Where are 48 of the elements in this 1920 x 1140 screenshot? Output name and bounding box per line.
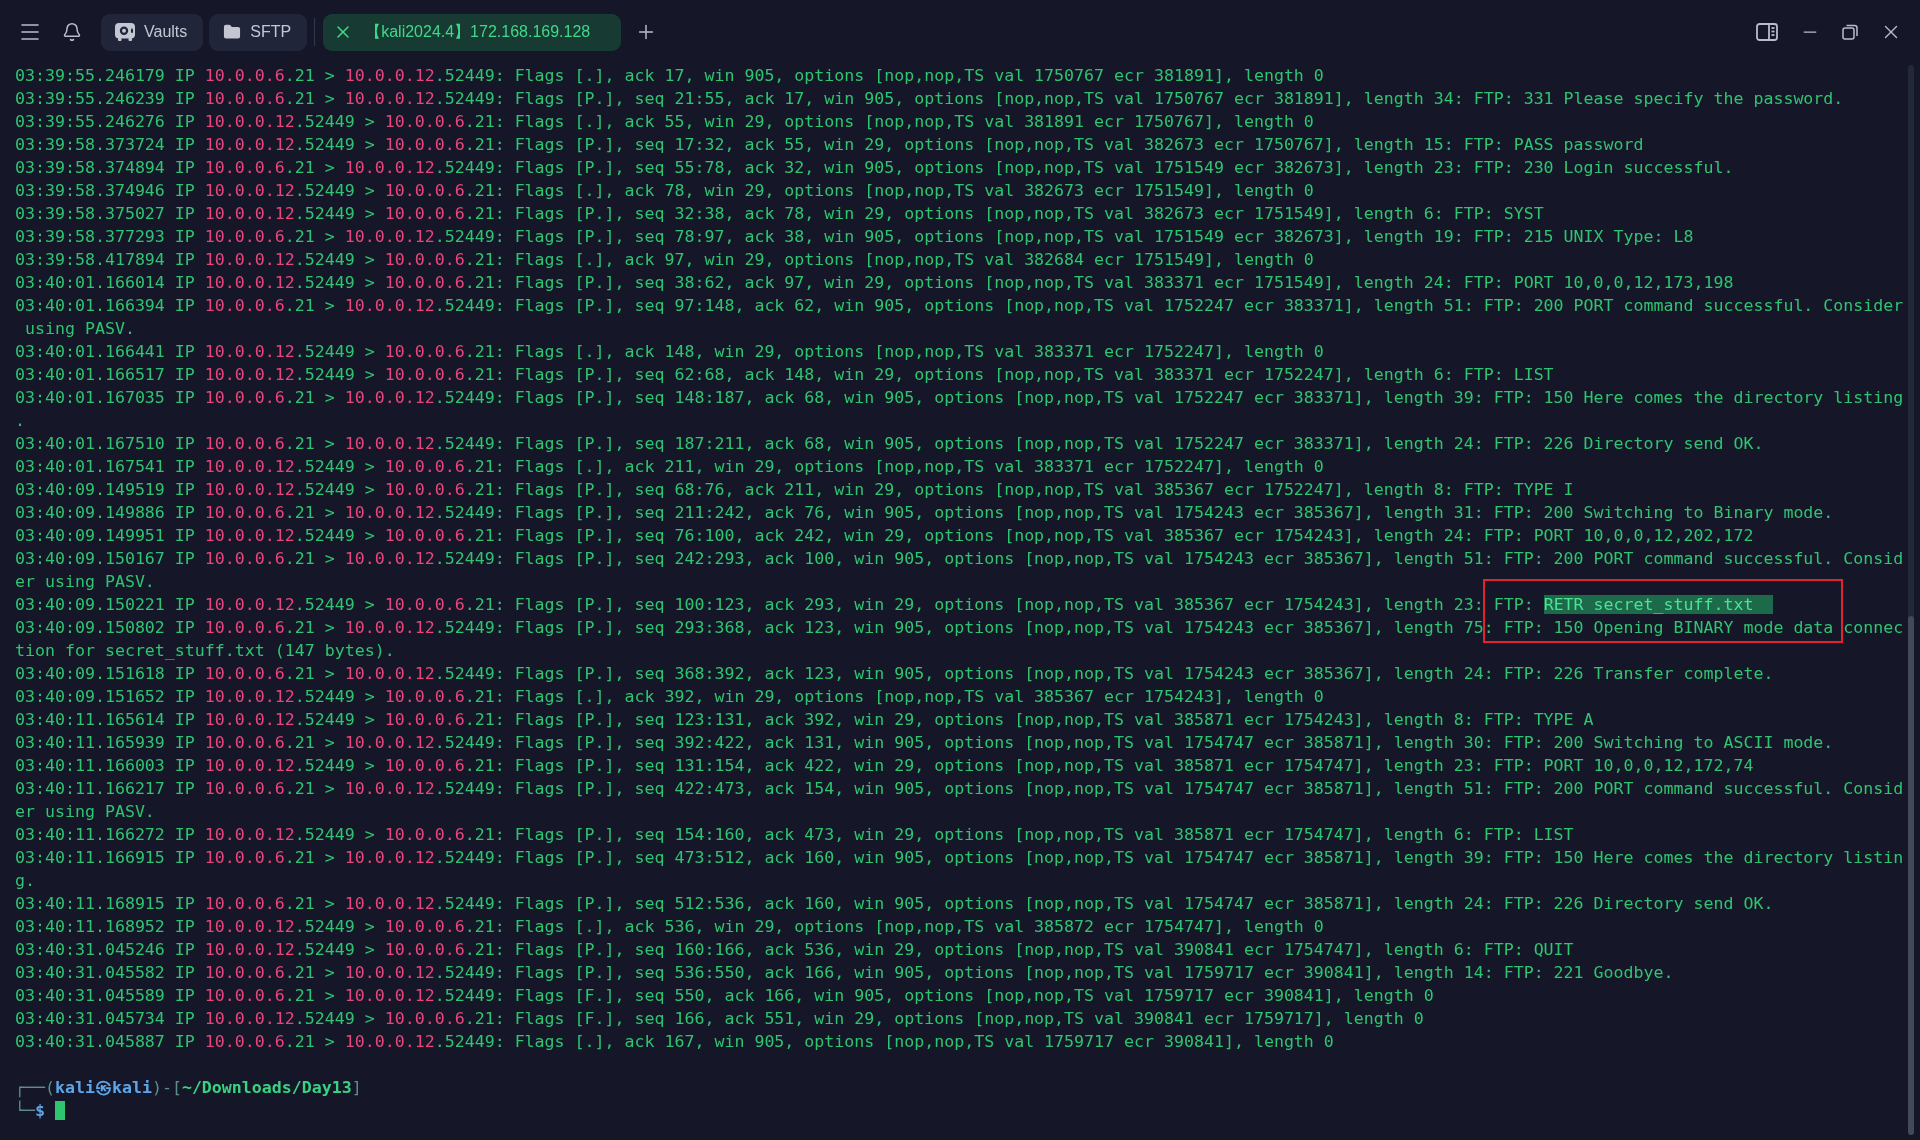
terminal-line: 03:39:58.417894 IP 10.0.0.12.52449 > 10.0.0.6.21: Flags [.], ack 97, win 29, options [nop,nop,TS val 382684 ecr 1751549], length 0 bbox=[15, 249, 1314, 271]
terminal-line: 03:40:09.150221 IP 10.0.0.12.52449 > 10.0.0.6.21: Flags [P.], seq 100:123, ack 293, win 29, options [nop,nop,TS val 385367 ecr 1754243], length 23: FTP: RETR secret_stuff.txt bbox=[15, 593, 1774, 616]
terminal-line: 03:40:31.045582 IP 10.0.0.6.21 > 10.0.0.12.52449: Flags [P.], seq 536:550, ack 166, win 905, options [nop,nop,TS val 1759717 ecr 390841], length 14: FTP: 221 Goodbye. bbox=[15, 962, 1674, 984]
terminal-line: 03:40:11.166217 IP 10.0.0.6.21 > 10.0.0.12.52449: Flags [P.], seq 422:473, ack 154, win 905, options [nop,nop,TS val 1754747 ecr 385871], length 51: FTP: 200 PORT command successful. Consider using PASV. bbox=[15, 778, 1905, 823]
terminal-line: 03:39:58.374894 IP 10.0.0.6.21 > 10.0.0.12.52449: Flags [P.], seq 55:78, ack 32, win 905, options [nop,nop,TS val 1751549 ecr 382673], length 23: FTP: 230 Login successful. bbox=[15, 157, 1734, 179]
terminal-line: 03:39:55.246179 IP 10.0.0.6.21 > 10.0.0.12.52449: Flags [.], ack 17, win 905, options [nop,nop,TS val 1750767 ecr 381891], length 0 bbox=[15, 65, 1324, 87]
terminal-line: 03:40:11.168915 IP 10.0.0.6.21 > 10.0.0.12.52449: Flags [P.], seq 512:536, ack 160, win 905, options [nop,nop,TS val 1754747 ecr 385871], length 24: FTP: 226 Directory send OK. bbox=[15, 893, 1774, 915]
terminal-line: 03:40:09.150167 IP 10.0.0.6.21 > 10.0.0.12.52449: Flags [P.], seq 242:293, ack 100, win 905, options [nop,nop,TS val 1754243 ecr 385367], length 51: FTP: 200 PORT command successful. Consider using PASV. bbox=[15, 548, 1905, 593]
terminal-line: 03:40:01.167541 IP 10.0.0.12.52449 > 10.0.0.6.21: Flags [.], ack 211, win 29, options [nop,nop,TS val 383371 ecr 1752247], length 0 bbox=[15, 456, 1324, 478]
restore-icon[interactable] bbox=[1842, 24, 1858, 40]
vault-icon bbox=[115, 23, 135, 41]
terminal-line: 03:40:01.166441 IP 10.0.0.12.52449 > 10.0.0.6.21: Flags [.], ack 148, win 29, options [nop,nop,TS val 383371 ecr 1752247], length 0 bbox=[15, 341, 1324, 363]
sftp-button[interactable]: SFTP bbox=[209, 13, 308, 51]
scrollbar-thumb[interactable] bbox=[1908, 616, 1914, 1135]
terminal-line: 03:39:58.374946 IP 10.0.0.12.52449 > 10.0.0.6.21: Flags [.], ack 78, win 29, options [nop,nop,TS val 382673 ecr 1751549], length 0 bbox=[15, 180, 1314, 202]
terminal-line: 03:40:11.168952 IP 10.0.0.12.52449 > 10.0.0.6.21: Flags [.], ack 536, win 29, options [nop,nop,TS val 385872 ecr 1754747], length 0 bbox=[15, 916, 1324, 938]
vaults-button[interactable]: Vaults bbox=[101, 13, 204, 51]
terminal-line: 03:40:01.167035 IP 10.0.0.6.21 > 10.0.0.12.52449: Flags [P.], seq 148:187, ack 68, win 905, options [nop,nop,TS val 1752247 ecr 383371], length 39: FTP: 150 Here comes the directory listing. bbox=[15, 387, 1905, 432]
terminal-line: 03:40:09.151652 IP 10.0.0.12.52449 > 10.0.0.6.21: Flags [.], ack 392, win 29, options [nop,nop,TS val 385367 ecr 1754243], length 0 bbox=[15, 686, 1324, 708]
folder-icon bbox=[223, 23, 242, 41]
terminal-line: 03:39:58.373724 IP 10.0.0.12.52449 > 10.0.0.6.21: Flags [P.], seq 17:32, ack 55, win 29, options [nop,nop,TS val 382673 ecr 1750767], length 15: FTP: PASS password bbox=[15, 134, 1644, 156]
terminal-line: 03:40:09.151618 IP 10.0.0.6.21 > 10.0.0.12.52449: Flags [P.], seq 368:392, ack 123, win 905, options [nop,nop,TS val 1754243 ecr 385367], length 24: FTP: 226 Transfer complete. bbox=[15, 663, 1774, 685]
terminal-line: 03:40:31.045887 IP 10.0.0.6.21 > 10.0.0.12.52449: Flags [.], ack 167, win 905, options [nop,nop,TS val 1759717 ecr 390841], length 0 bbox=[15, 1031, 1334, 1053]
terminal-line: 03:40:31.045589 IP 10.0.0.6.21 > 10.0.0.12.52449: Flags [F.], seq 550, ack 166, win 905, options [nop,nop,TS val 1759717 ecr 390841], length 0 bbox=[15, 985, 1434, 1007]
terminal-line: 03:40:11.166915 IP 10.0.0.6.21 > 10.0.0.12.52449: Flags [P.], seq 473:512, ack 160, win 905, options [nop,nop,TS val 1754747 ecr 385871], length 39: FTP: 150 Here comes the directory listing. bbox=[15, 847, 1905, 892]
terminal-line: 03:39:58.377293 IP 10.0.0.6.21 > 10.0.0.12.52449: Flags [P.], seq 78:97, ack 38, win 905, options [nop,nop,TS val 1751549 ecr 382673], length 19: FTP: 215 UNIX Type: L8 bbox=[15, 226, 1694, 248]
terminal-line: 03:39:55.246239 IP 10.0.0.6.21 > 10.0.0.12.52449: Flags [P.], seq 21:55, ack 17, win 905, options [nop,nop,TS val 1750767 ecr 381891], length 34: FTP: 331 Please specify the password. bbox=[15, 88, 1844, 110]
terminal-line: 03:40:31.045246 IP 10.0.0.12.52449 > 10.0.0.6.21: Flags [P.], seq 160:166, ack 536, win 29, options [nop,nop,TS val 390841 ecr 1754747], length 6: FTP: QUIT bbox=[15, 939, 1574, 961]
cursor-icon bbox=[54, 1101, 65, 1120]
terminal-line: 03:39:58.375027 IP 10.0.0.12.52449 > 10.0.0.6.21: Flags [P.], seq 32:38, ack 78, win 29, options [nop,nop,TS val 382673 ecr 1751549], length 6: FTP: SYST bbox=[15, 203, 1544, 225]
prompt-line: ┌──(kali㉿kali)-[~/Downloads/Day13] bbox=[15, 1077, 362, 1099]
terminal-line: 03:40:11.165939 IP 10.0.0.6.21 > 10.0.0.12.52449: Flags [P.], seq 392:422, ack 131, win 905, options [nop,nop,TS val 1754747 ecr 385871], length 30: FTP: 200 Switching to ASCII mode. bbox=[15, 732, 1834, 754]
terminal-line: 03:40:09.149519 IP 10.0.0.12.52449 > 10.0.0.6.21: Flags [P.], seq 68:76, ack 211, win 29, options [nop,nop,TS val 385367 ecr 1752247], length 8: FTP: TYPE I bbox=[15, 479, 1574, 501]
terminal-line: 03:40:11.166272 IP 10.0.0.12.52449 > 10.0.0.6.21: Flags [P.], seq 154:160, ack 473, win 29, options [nop,nop,TS val 385871 ecr 1754747], length 6: FTP: LIST bbox=[15, 824, 1574, 846]
terminal-line: 03:40:31.045734 IP 10.0.0.12.52449 > 10.0.0.6.21: Flags [F.], seq 166, ack 551, win 29, options [nop,nop,TS val 390841 ecr 1759717], length 0 bbox=[15, 1008, 1424, 1030]
terminal-line: 03:40:01.166517 IP 10.0.0.12.52449 > 10.0.0.6.21: Flags [P.], seq 62:68, ack 148, win 29, options [nop,nop,TS val 383371 ecr 1752247], length 6: FTP: LIST bbox=[15, 364, 1554, 386]
session-tab[interactable]: 【kali2024.4】172.168.169.128 bbox=[323, 13, 622, 51]
terminal-line: 03:40:01.167510 IP 10.0.0.6.21 > 10.0.0.12.52449: Flags [P.], seq 187:211, ack 68, win 905, options [nop,nop,TS val 1752247 ecr 383371], length 24: FTP: 226 Directory send OK. bbox=[15, 433, 1764, 455]
terminal-line: 03:40:01.166014 IP 10.0.0.12.52449 > 10.0.0.6.21: Flags [P.], seq 38:62, ack 97, win 29, options [nop,nop,TS val 383371 ecr 1751549], length 24: FTP: PORT 10,0,0,12,173,198 bbox=[15, 272, 1734, 294]
terminal-line: 03:40:11.166003 IP 10.0.0.12.52449 > 10.0.0.6.21: Flags [P.], seq 131:154, ack 422, win 29, options [nop,nop,TS val 385871 ecr 1754747], length 23: FTP: PORT 10,0,0,12,172,74 bbox=[15, 755, 1754, 777]
side-panel-icon[interactable] bbox=[1756, 23, 1778, 41]
terminal-line: 03:39:55.246276 IP 10.0.0.12.52449 > 10.0.0.6.21: Flags [.], ack 55, win 29, options [nop,nop,TS val 381891 ecr 1750767], length 0 bbox=[15, 111, 1314, 133]
terminal-line: 03:40:11.165614 IP 10.0.0.12.52449 > 10.0.0.6.21: Flags [P.], seq 123:131, ack 392, win 29, options [nop,nop,TS val 385871 ecr 1754243], length 8: FTP: TYPE A bbox=[15, 709, 1594, 731]
terminal-line: 03:40:09.149951 IP 10.0.0.12.52449 > 10.0.0.6.21: Flags [P.], seq 76:100, ack 242, win 29, options [nop,nop,TS val 385367 ecr 1754243], length 24: FTP: PORT 10,0,0,12,202,172 bbox=[15, 525, 1754, 547]
bell-icon[interactable] bbox=[62, 22, 82, 42]
terminal-line: 03:40:01.166394 IP 10.0.0.6.21 > 10.0.0.12.52449: Flags [P.], seq 97:148, ack 62, win 905, options [nop,nop,TS val 1752247 ecr 383371], length 51: FTP: 200 PORT command successful. Consider using PASV. bbox=[15, 295, 1905, 340]
prompt-symbol: └─$ bbox=[15, 1099, 45, 1122]
terminal-line: 03:40:09.149886 IP 10.0.0.6.21 > 10.0.0.12.52449: Flags [P.], seq 211:242, ack 76, win 905, options [nop,nop,TS val 1754243 ecr 385367], length 31: FTP: 200 Switching to Binary mode. bbox=[15, 502, 1834, 524]
